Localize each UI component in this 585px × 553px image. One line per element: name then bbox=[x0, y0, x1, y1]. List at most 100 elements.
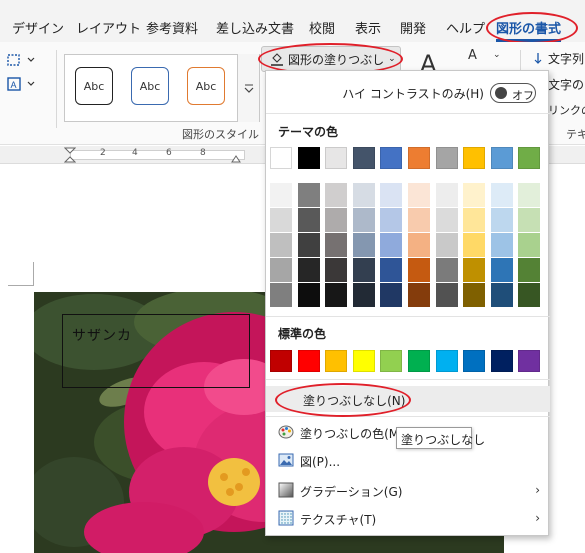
theme-color-swatch[interactable] bbox=[463, 147, 486, 169]
tab-design[interactable]: デザイン bbox=[12, 18, 64, 37]
theme-color-swatch[interactable] bbox=[518, 233, 541, 257]
theme-color-swatch[interactable] bbox=[490, 258, 513, 282]
theme-color-swatch[interactable] bbox=[435, 233, 458, 257]
theme-color-swatch[interactable] bbox=[435, 208, 458, 232]
theme-color-swatch[interactable] bbox=[380, 258, 403, 282]
style-sample-orange[interactable]: Abc bbox=[187, 67, 225, 105]
theme-color-swatch[interactable] bbox=[270, 258, 292, 282]
theme-color-swatch[interactable] bbox=[297, 258, 320, 282]
theme-color-swatch[interactable] bbox=[325, 233, 348, 257]
theme-color-swatch[interactable] bbox=[352, 233, 375, 257]
standard-color-swatch[interactable] bbox=[490, 350, 513, 372]
theme-color-swatch[interactable] bbox=[270, 283, 292, 307]
no-fill-item[interactable]: 塗りつぶしなし(N) bbox=[266, 386, 550, 412]
theme-color-swatch[interactable] bbox=[518, 258, 541, 282]
theme-color-swatch[interactable] bbox=[408, 283, 430, 307]
text-box-content[interactable]: サザンカ bbox=[72, 325, 132, 345]
tab-references[interactable]: 参考資料 bbox=[146, 18, 198, 37]
text-direction-label[interactable]: 文字列 bbox=[548, 50, 584, 67]
tab-help[interactable]: ヘルプ bbox=[446, 18, 485, 37]
theme-color-swatch[interactable] bbox=[435, 258, 458, 282]
standard-color-swatch[interactable] bbox=[408, 350, 430, 372]
standard-color-swatch[interactable] bbox=[435, 350, 458, 372]
theme-color-swatch[interactable] bbox=[518, 208, 541, 232]
text-box-button[interactable]: A bbox=[6, 76, 46, 94]
picture-fill-item[interactable]: 図(P)... bbox=[266, 447, 550, 473]
theme-color-swatch[interactable] bbox=[408, 233, 430, 257]
standard-color-swatch[interactable] bbox=[270, 350, 292, 372]
text-box-shape[interactable]: サザンカ bbox=[62, 314, 250, 388]
tab-view[interactable]: 表示 bbox=[355, 18, 381, 37]
theme-color-swatch[interactable] bbox=[297, 147, 320, 169]
theme-color-swatch[interactable] bbox=[435, 283, 458, 307]
theme-color-swatch[interactable] bbox=[352, 258, 375, 282]
theme-color-swatch[interactable] bbox=[270, 147, 292, 169]
standard-color-swatch[interactable] bbox=[463, 350, 486, 372]
theme-color-swatch[interactable] bbox=[463, 233, 486, 257]
theme-color-swatch[interactable] bbox=[325, 147, 348, 169]
theme-color-swatch[interactable] bbox=[352, 283, 375, 307]
style-sample-blue[interactable]: Abc bbox=[131, 67, 169, 105]
theme-color-swatch[interactable] bbox=[490, 208, 513, 232]
theme-color-swatch[interactable] bbox=[270, 208, 292, 232]
theme-color-swatch[interactable] bbox=[490, 147, 513, 169]
standard-color-swatch[interactable] bbox=[352, 350, 375, 372]
theme-color-swatch[interactable] bbox=[463, 208, 486, 232]
theme-color-swatch[interactable] bbox=[380, 147, 403, 169]
theme-color-swatch[interactable] bbox=[297, 183, 320, 207]
theme-color-swatch[interactable] bbox=[297, 283, 320, 307]
standard-color-swatch[interactable] bbox=[297, 350, 320, 372]
theme-color-swatch[interactable] bbox=[297, 233, 320, 257]
right-indent-marker-icon[interactable] bbox=[231, 152, 241, 166]
indent-marker-icon[interactable] bbox=[63, 147, 77, 166]
theme-color-swatch[interactable] bbox=[380, 233, 403, 257]
style-sample-black[interactable]: Abc bbox=[75, 67, 113, 105]
standard-color-swatch[interactable] bbox=[325, 350, 348, 372]
theme-color-swatch[interactable] bbox=[463, 183, 486, 207]
theme-color-swatch[interactable] bbox=[325, 183, 348, 207]
theme-color-swatch[interactable] bbox=[352, 208, 375, 232]
theme-color-swatch[interactable] bbox=[352, 147, 375, 169]
theme-color-swatch[interactable] bbox=[463, 283, 486, 307]
tab-review[interactable]: 校閲 bbox=[309, 18, 335, 37]
edit-shape-button[interactable] bbox=[6, 52, 46, 70]
theme-color-swatch[interactable] bbox=[518, 283, 541, 307]
tab-mailings[interactable]: 差し込み文書 bbox=[216, 18, 294, 37]
gradient-item[interactable]: グラデーション(G) › bbox=[266, 477, 550, 503]
standard-color-swatch[interactable] bbox=[380, 350, 403, 372]
theme-color-swatch[interactable] bbox=[408, 208, 430, 232]
texture-item[interactable]: テクスチャ(T) › bbox=[266, 505, 550, 531]
theme-color-swatch[interactable] bbox=[463, 258, 486, 282]
theme-color-swatch[interactable] bbox=[435, 183, 458, 207]
theme-color-swatch[interactable] bbox=[325, 258, 348, 282]
link-label[interactable]: リンクの bbox=[548, 102, 585, 118]
theme-color-swatch[interactable] bbox=[297, 208, 320, 232]
theme-color-swatch[interactable] bbox=[325, 208, 348, 232]
texture-icon bbox=[278, 510, 294, 526]
theme-color-swatch[interactable] bbox=[408, 258, 430, 282]
tab-developer[interactable]: 開発 bbox=[400, 18, 426, 37]
theme-color-swatch[interactable] bbox=[325, 283, 348, 307]
tab-layout[interactable]: レイアウト bbox=[76, 18, 141, 37]
theme-color-swatch[interactable] bbox=[435, 147, 458, 169]
theme-color-swatch[interactable] bbox=[518, 183, 541, 207]
theme-color-swatch[interactable] bbox=[380, 183, 403, 207]
theme-color-swatch[interactable] bbox=[270, 183, 292, 207]
high-contrast-toggle[interactable]: オフ bbox=[490, 83, 536, 103]
theme-color-swatch[interactable] bbox=[408, 147, 430, 169]
theme-color-swatch[interactable] bbox=[380, 208, 403, 232]
text-align-label[interactable]: 文字の bbox=[548, 76, 584, 93]
theme-color-swatch[interactable] bbox=[352, 183, 375, 207]
theme-color-swatch[interactable] bbox=[490, 233, 513, 257]
styles-more-button[interactable] bbox=[237, 54, 259, 122]
theme-color-swatch[interactable] bbox=[380, 283, 403, 307]
theme-color-swatch[interactable] bbox=[518, 147, 541, 169]
theme-color-swatch[interactable] bbox=[408, 183, 430, 207]
text-fill-glyph[interactable]: A bbox=[468, 48, 477, 63]
standard-color-swatch[interactable] bbox=[518, 350, 541, 372]
theme-color-swatch[interactable] bbox=[490, 283, 513, 307]
shape-fill-button[interactable]: 図形の塗りつぶし ⌄ bbox=[261, 46, 401, 72]
theme-color-swatch[interactable] bbox=[270, 233, 292, 257]
theme-color-swatch[interactable] bbox=[490, 183, 513, 207]
tab-shape-format[interactable]: 図形の書式 bbox=[496, 18, 562, 42]
